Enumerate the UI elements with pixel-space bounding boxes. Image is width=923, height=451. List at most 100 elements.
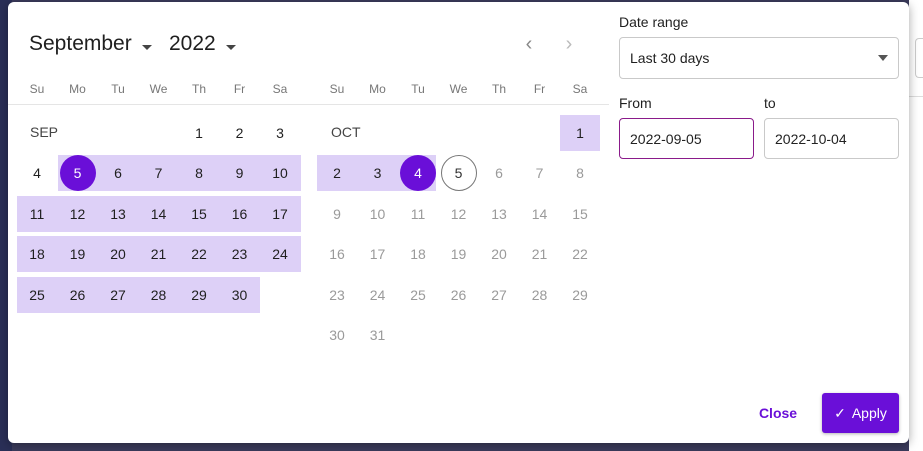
calendar-day-right-17[interactable]: 17 xyxy=(358,236,398,272)
calendar-day-left-18[interactable]: 18 xyxy=(17,236,57,272)
calendar-day-left-26[interactable]: 26 xyxy=(58,277,98,313)
apply-button[interactable]: ✓ Apply xyxy=(822,393,899,433)
close-button[interactable]: Close xyxy=(752,401,804,425)
calendar-day-right-9[interactable]: 9 xyxy=(317,196,357,232)
calendar-day-left-4[interactable]: 4 xyxy=(17,155,57,191)
calendar-day-right-18[interactable]: 18 xyxy=(398,236,438,272)
month-select[interactable]: September xyxy=(29,32,152,56)
day-number: 27 xyxy=(491,287,507,303)
next-month-icon[interactable]: › xyxy=(559,33,579,55)
date-range-picker: September 2022 ‹ › Su Mo Tu We Th Fr Sa Su Mo Tu W… xyxy=(8,2,909,443)
calendar-day-right-22[interactable]: 22 xyxy=(560,236,600,272)
calendar-day-left-29[interactable]: 29 xyxy=(179,277,219,313)
calendar-day-left-5[interactable]: 5 xyxy=(58,155,98,191)
day-number: 19 xyxy=(450,246,467,262)
calendar-day-right-15[interactable]: 15 xyxy=(560,196,600,232)
calendar-day-left-1[interactable]: 1 xyxy=(179,115,219,151)
calendar-day-right-10[interactable]: 10 xyxy=(358,196,398,232)
calendar-day-right-31[interactable]: 31 xyxy=(358,317,398,353)
calendar-day-right-13[interactable]: 13 xyxy=(479,196,519,232)
calendar-day-left-17[interactable]: 17 xyxy=(260,196,300,232)
day-number: 30 xyxy=(231,287,248,303)
day-number: 14 xyxy=(150,206,167,222)
calendar-day-right-27[interactable]: 27 xyxy=(479,277,519,313)
calendar-day-right-23[interactable]: 23 xyxy=(317,277,357,313)
day-number: 5 xyxy=(59,155,96,191)
weekday-header: Mo xyxy=(369,82,386,96)
calendar-day-right-11[interactable]: 11 xyxy=(398,196,438,232)
calendar-day-left-12[interactable]: 12 xyxy=(58,196,98,232)
calendar-day-left-16[interactable]: 16 xyxy=(220,196,260,232)
calendar-day-right-2[interactable]: 2 xyxy=(317,155,357,191)
calendar-day-left-27[interactable]: 27 xyxy=(98,277,138,313)
calendar-day-right-1[interactable]: 1 xyxy=(560,115,600,151)
calendar-day-right-8[interactable]: 8 xyxy=(560,155,600,191)
calendar-day-left-24[interactable]: 24 xyxy=(260,236,300,272)
calendar-day-right-6[interactable]: 6 xyxy=(479,155,519,191)
day-number: 6 xyxy=(114,165,122,181)
weekday-header: Th xyxy=(491,82,506,96)
calendar-day-left-2[interactable]: 2 xyxy=(220,115,260,151)
calendar-day-left-9[interactable]: 9 xyxy=(220,155,260,191)
calendar-day-left-6[interactable]: 6 xyxy=(98,155,138,191)
calendar-day-right-29[interactable]: 29 xyxy=(560,277,600,313)
day-number: 16 xyxy=(231,206,248,222)
day-number: 31 xyxy=(369,327,386,343)
day-number: 11 xyxy=(410,206,426,222)
calendar-day-right-21[interactable]: 21 xyxy=(520,236,560,272)
dropdown-arrow-icon xyxy=(878,55,888,61)
calendar-day-left-23[interactable]: 23 xyxy=(220,236,260,272)
calendar-day-left-3[interactable]: 3 xyxy=(260,115,300,151)
calendar-day-left-21[interactable]: 21 xyxy=(139,236,179,272)
calendar-day-right-3[interactable]: 3 xyxy=(358,155,398,191)
calendar-day-left-11[interactable]: 11 xyxy=(17,196,57,232)
calendar-day-right-19[interactable]: 19 xyxy=(439,236,479,272)
calendar-day-right-25[interactable]: 25 xyxy=(398,277,438,313)
calendar-day-left-7[interactable]: 7 xyxy=(139,155,179,191)
date-range-select[interactable]: Last 30 days xyxy=(619,37,899,79)
from-date-input[interactable]: 2022-09-05 xyxy=(619,118,754,159)
calendar-day-left-30[interactable]: 30 xyxy=(220,277,260,313)
prev-month-icon[interactable]: ‹ xyxy=(519,33,539,55)
weekday-header: We xyxy=(449,82,468,96)
calendar-day-right-12[interactable]: 12 xyxy=(439,196,479,232)
day-number: 8 xyxy=(576,165,584,181)
day-number: 10 xyxy=(369,206,386,222)
day-number: 21 xyxy=(150,246,167,262)
month-label-sep: SEP xyxy=(30,124,59,140)
to-date-input[interactable]: 2022-10-04 xyxy=(764,118,899,159)
weekday-header: Tu xyxy=(111,82,125,96)
calendar-day-left-19[interactable]: 19 xyxy=(58,236,98,272)
day-number: 21 xyxy=(531,246,548,262)
calendar-day-left-20[interactable]: 20 xyxy=(98,236,138,272)
calendar-day-right-14[interactable]: 14 xyxy=(520,196,560,232)
calendar-day-left-22[interactable]: 22 xyxy=(179,236,219,272)
calendar-day-right-26[interactable]: 26 xyxy=(439,277,479,313)
weekday-divider xyxy=(8,104,609,105)
calendar-day-left-15[interactable]: 15 xyxy=(179,196,219,232)
calendar-day-left-10[interactable]: 10 xyxy=(260,155,300,191)
day-number: 25 xyxy=(410,287,426,303)
calendar-day-left-14[interactable]: 14 xyxy=(139,196,179,232)
year-select[interactable]: 2022 xyxy=(169,32,236,56)
calendar-day-left-28[interactable]: 28 xyxy=(139,277,179,313)
day-number: 24 xyxy=(272,246,288,262)
calendar-day-right-7[interactable]: 7 xyxy=(520,155,560,191)
background-divider xyxy=(909,96,923,97)
calendar-day-right-4[interactable]: 4 xyxy=(398,155,438,191)
calendar-day-right-28[interactable]: 28 xyxy=(520,277,560,313)
day-number: 1 xyxy=(576,125,584,141)
calendar-day-right-16[interactable]: 16 xyxy=(317,236,357,272)
calendar-day-right-30[interactable]: 30 xyxy=(317,317,357,353)
calendar-day-left-25[interactable]: 25 xyxy=(17,277,57,313)
calendar-day-left-8[interactable]: 8 xyxy=(179,155,219,191)
calendar-day-right-5[interactable]: 5 xyxy=(439,155,479,191)
day-number: 26 xyxy=(450,287,467,303)
calendar-day-right-24[interactable]: 24 xyxy=(358,277,398,313)
day-number: 18 xyxy=(29,246,45,262)
calendar-day-left-13[interactable]: 13 xyxy=(98,196,138,232)
day-number: 20 xyxy=(491,246,507,262)
day-number: 25 xyxy=(29,287,45,303)
calendar-day-right-20[interactable]: 20 xyxy=(479,236,519,272)
weekday-header: Sa xyxy=(272,82,288,96)
